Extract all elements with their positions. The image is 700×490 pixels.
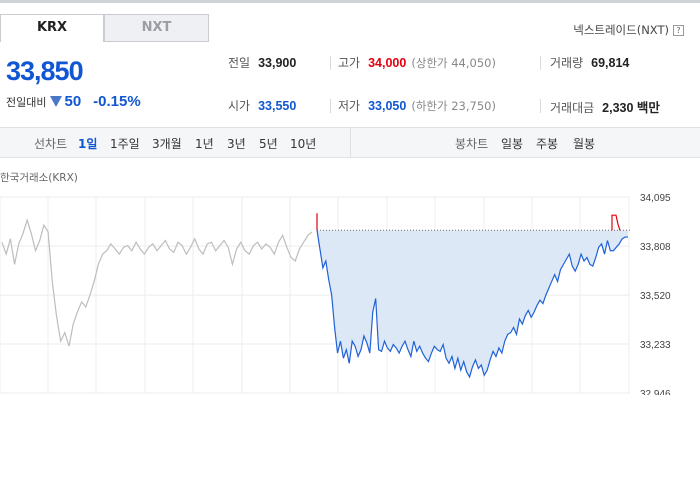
stat-label: 거래대금	[550, 101, 595, 115]
high-marker	[611, 214, 621, 231]
stat-value: 33,050	[368, 99, 407, 113]
below-close-area	[317, 230, 628, 377]
y-tick-label: 34,095	[640, 193, 671, 204]
stat-value: 2,330 백만	[602, 101, 660, 115]
help-icon[interactable]: ?	[673, 24, 684, 36]
stat-volume: 거래량 69,814	[550, 54, 629, 71]
y-tick-label: 33,520	[640, 291, 671, 302]
candle-chart-label: 봉차트	[455, 137, 489, 151]
period-5y[interactable]: 5년	[259, 135, 278, 152]
price-chart: 34,095 33,808 33,520 33,233 32,946	[0, 193, 671, 395]
divider	[540, 99, 541, 113]
stat-label: 거래량	[550, 56, 584, 70]
stat-open: 시가 33,550	[228, 97, 296, 114]
tab-krx[interactable]: KRX	[0, 14, 104, 42]
top-border	[0, 0, 700, 3]
stat-value: 69,814	[591, 56, 630, 70]
stat-value: 34,000	[368, 56, 407, 70]
current-price: 33,850	[6, 56, 84, 86]
nxt-link-label: 넥스트레이드(NXT)	[573, 23, 669, 37]
chart-toolbar: 선차트 1일 1주일 3개월 1년 3년 5년 10년 봉차트 일봉 주봉 월봉	[0, 127, 700, 158]
period-1w[interactable]: 1주일	[110, 135, 140, 152]
period-1d[interactable]: 1일	[78, 135, 97, 152]
stat-high: 고가 34,000 (상한가 44,050)	[338, 54, 496, 71]
y-tick-label: 33,808	[640, 242, 671, 253]
stat-prev-close: 전일 33,900	[228, 54, 296, 71]
change-percent: -0.15%	[93, 93, 141, 110]
down-triangle-icon	[50, 96, 63, 107]
y-axis-labels: 34,095 33,808 33,520 33,233 32,946	[640, 193, 671, 395]
y-tick-label: 32,946	[640, 389, 671, 395]
tab-nxt[interactable]: NXT	[104, 14, 209, 42]
stat-sub: (하한가 23,750)	[411, 99, 496, 113]
exchange-label: 한국거래소(KRX)	[0, 172, 78, 184]
stat-label: 전일	[228, 56, 251, 70]
stat-label: 시가	[228, 99, 251, 113]
price-change: 전일대비 50 -0.15%	[6, 93, 141, 110]
change-label: 전일대비	[6, 95, 47, 109]
stat-sub: (상한가 44,050)	[411, 56, 496, 70]
stat-label: 저가	[338, 99, 361, 113]
divider	[540, 56, 541, 70]
toolbar-divider	[350, 128, 351, 157]
period-3m[interactable]: 3개월	[152, 135, 182, 152]
line-chart-label: 선차트	[34, 137, 68, 151]
candle-weekly[interactable]: 주봉	[536, 135, 558, 152]
candle-monthly[interactable]: 월봉	[573, 135, 595, 152]
stat-value: 33,550	[258, 99, 297, 113]
divider	[330, 99, 331, 113]
candle-daily[interactable]: 일봉	[501, 135, 523, 152]
stat-amount: 거래대금 2,330 백만	[550, 97, 660, 116]
y-tick-label: 33,233	[640, 340, 671, 351]
stat-value: 33,900	[258, 56, 297, 70]
period-3y[interactable]: 3년	[227, 135, 246, 152]
period-10y[interactable]: 10년	[290, 135, 316, 152]
nxt-link[interactable]: 넥스트레이드(NXT) ?	[573, 22, 684, 38]
stat-low: 저가 33,050 (하한가 23,750)	[338, 97, 496, 114]
period-1y[interactable]: 1년	[195, 135, 214, 152]
change-value: 50	[64, 93, 82, 110]
divider	[330, 56, 331, 70]
stat-label: 고가	[338, 56, 361, 70]
